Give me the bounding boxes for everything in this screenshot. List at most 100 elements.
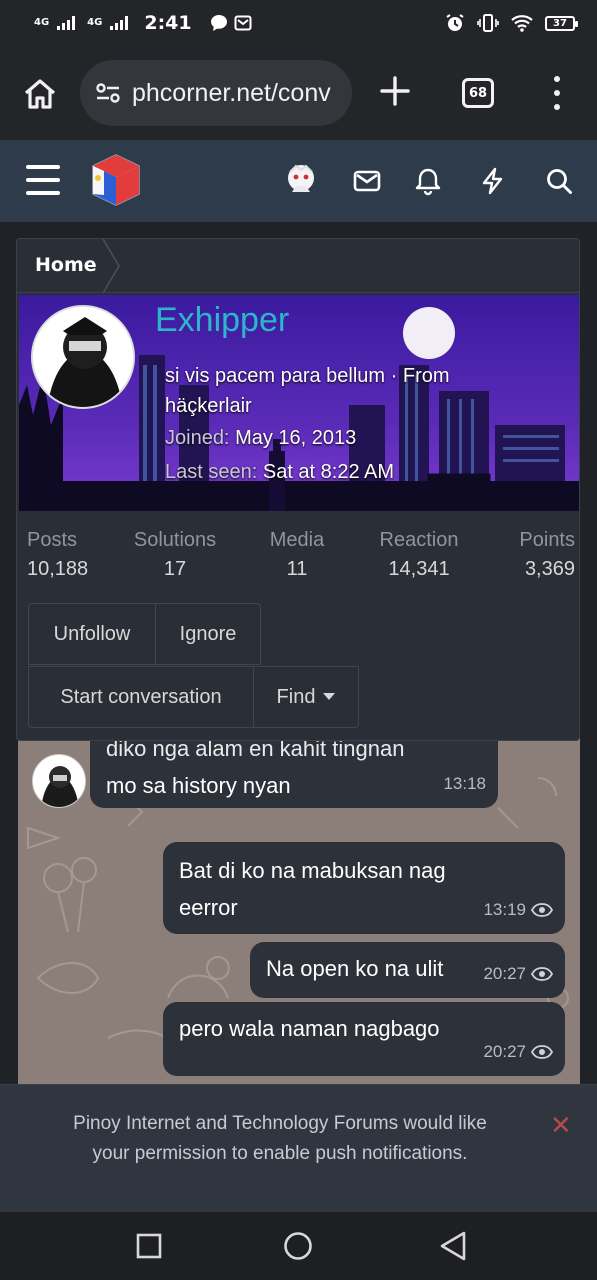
back-icon[interactable] — [438, 1230, 468, 1262]
message-meta: 20:27 — [483, 1033, 553, 1070]
stat-media[interactable]: Media 11 — [257, 529, 337, 581]
stat-value: 14,341 — [388, 558, 450, 580]
stat-label: Reaction — [379, 529, 459, 551]
menu-icon[interactable] — [26, 165, 60, 195]
stat-value: 11 — [286, 558, 308, 580]
signal-icon — [57, 16, 76, 30]
stat-label: Points — [519, 529, 575, 551]
search-icon[interactable] — [544, 166, 574, 196]
recents-icon[interactable] — [136, 1233, 162, 1259]
ignore-button[interactable]: Ignore — [155, 603, 261, 665]
motto-line: si vis pacem para bellum · From — [165, 365, 450, 387]
profile-username[interactable]: Exhipper — [155, 301, 289, 340]
stat-points[interactable]: Points 3,369 — [495, 529, 575, 581]
browser-toolbar: phcorner.net/conv 68 — [0, 46, 597, 140]
motto-line: häçkerlair — [165, 395, 252, 417]
status-bar: 4G 4G 2:41 37 — [0, 0, 597, 46]
stat-value: 17 — [163, 558, 187, 580]
sim1-label: 4G — [34, 17, 50, 28]
push-notice-text: Pinoy Internet and Technology Forums wou… — [20, 1109, 540, 1169]
joined-value: May 16, 2013 — [235, 427, 357, 449]
site-info-icon[interactable] — [94, 79, 122, 107]
message-time: 13:18 — [443, 774, 486, 793]
message-bubble-sent[interactable]: Bat di ko na mabuksan nag eerror 13:19 — [163, 842, 565, 934]
profile-stats: Posts 10,188 Solutions 17 Media 11 React… — [17, 521, 581, 587]
system-navigation-bar — [0, 1212, 597, 1280]
home-icon[interactable] — [22, 76, 58, 112]
message-meta: 13:19 — [483, 891, 553, 928]
inbox-icon[interactable] — [352, 166, 382, 196]
message-bubble-sent[interactable]: Na open ko na ulit 20:27 — [250, 942, 565, 998]
message-time: 20:27 — [483, 964, 526, 983]
url-text: phcorner.net/conv — [132, 78, 331, 107]
stat-posts[interactable]: Posts 10,188 — [27, 529, 107, 581]
message-meta: 20:27 — [483, 955, 553, 992]
more-icon[interactable] — [548, 76, 566, 110]
message-text: diko nga alam en kahit tingnan — [106, 738, 405, 761]
message-time: 20:27 — [483, 1042, 526, 1061]
tab-switcher-button[interactable]: 68 — [462, 78, 494, 108]
stat-label: Media — [269, 529, 325, 551]
find-button[interactable]: Find — [253, 666, 359, 728]
signal-icon — [110, 16, 129, 30]
start-conversation-label: Start conversation — [60, 685, 222, 708]
joined-label: Joined: — [165, 427, 230, 449]
breadcrumb-chevron-icon — [102, 239, 120, 293]
last-seen-value: Sat at 8:22 AM — [262, 461, 395, 483]
profile-banner: Exhipper si vis pacem para bellum · From… — [19, 295, 579, 511]
message-time: 13:19 — [483, 900, 526, 919]
seen-icon — [531, 902, 553, 917]
stat-label: Solutions — [133, 529, 217, 551]
stat-value: 10,188 — [27, 558, 89, 580]
breadcrumb-home[interactable]: Home — [35, 254, 97, 276]
message-text: Bat di ko na mabuksan nag — [179, 858, 446, 883]
forum-header — [0, 140, 597, 222]
breadcrumb: Home — [17, 239, 579, 293]
message-bubble-received[interactable]: diko nga alam en kahit tingnan mo sa his… — [90, 738, 498, 808]
push-permission-notice: Pinoy Internet and Technology Forums wou… — [0, 1084, 597, 1212]
whats-new-icon[interactable] — [478, 166, 508, 196]
vibrate-icon — [477, 14, 499, 32]
new-tab-icon[interactable] — [378, 74, 412, 108]
home-circle-icon[interactable] — [283, 1231, 313, 1261]
sim2-label: 4G — [87, 17, 103, 28]
account-avatar-icon[interactable] — [284, 162, 318, 198]
stat-label: Posts — [27, 529, 78, 551]
member-tooltip-card: Home Exhipper si vis pacem para bellum ·… — [16, 238, 580, 741]
close-icon[interactable]: ✕ — [550, 1111, 572, 1141]
stat-reaction[interactable]: Reaction 14,341 — [367, 529, 471, 581]
unfollow-button[interactable]: Unfollow — [28, 603, 156, 665]
find-label: Find — [276, 685, 316, 708]
profile-avatar[interactable] — [31, 305, 135, 409]
tab-count: 68 — [468, 85, 488, 101]
profile-joined: Joined: May 16, 2013 — [165, 427, 356, 450]
logo-icon[interactable] — [88, 152, 144, 208]
seen-icon — [531, 1044, 553, 1059]
profile-last-seen: Last seen: Sat at 8:22 AM — [165, 461, 394, 484]
profile-motto: si vis pacem para bellum · From häçkerla… — [165, 361, 535, 421]
chat-avatar[interactable] — [32, 754, 86, 808]
message-meta: 13:18 — [443, 765, 486, 802]
chat-thread: diko nga alam en kahit tingnan mo sa his… — [18, 738, 580, 1084]
mail-icon — [234, 15, 252, 31]
push-notice-line: Pinoy Internet and Technology Forums wou… — [73, 1113, 487, 1134]
battery-icon: 37 — [545, 15, 578, 31]
last-seen-label: Last seen: — [165, 461, 258, 483]
seen-icon — [531, 966, 553, 981]
message-bubble-sent[interactable]: pero wala naman nagbago 20:27 — [163, 1002, 565, 1076]
alerts-icon[interactable] — [413, 166, 443, 196]
caret-down-icon — [323, 693, 336, 700]
clock: 2:41 — [144, 12, 192, 34]
page-content: diko nga alam en kahit tingnan mo sa his… — [0, 222, 597, 1084]
stat-value: 3,369 — [524, 558, 575, 580]
message-text: mo sa history nyan — [106, 773, 291, 798]
alarm-icon — [446, 14, 464, 31]
stat-solutions[interactable]: Solutions 17 — [125, 529, 225, 581]
push-notice-line: your permission to enable push notificat… — [92, 1143, 468, 1164]
address-bar[interactable]: phcorner.net/conv — [80, 60, 352, 126]
unfollow-label: Unfollow — [53, 622, 131, 645]
start-conversation-button[interactable]: Start conversation — [28, 666, 254, 728]
ignore-label: Ignore — [179, 622, 237, 645]
wifi-icon — [511, 15, 533, 32]
chat-bubble-icon — [210, 15, 227, 31]
